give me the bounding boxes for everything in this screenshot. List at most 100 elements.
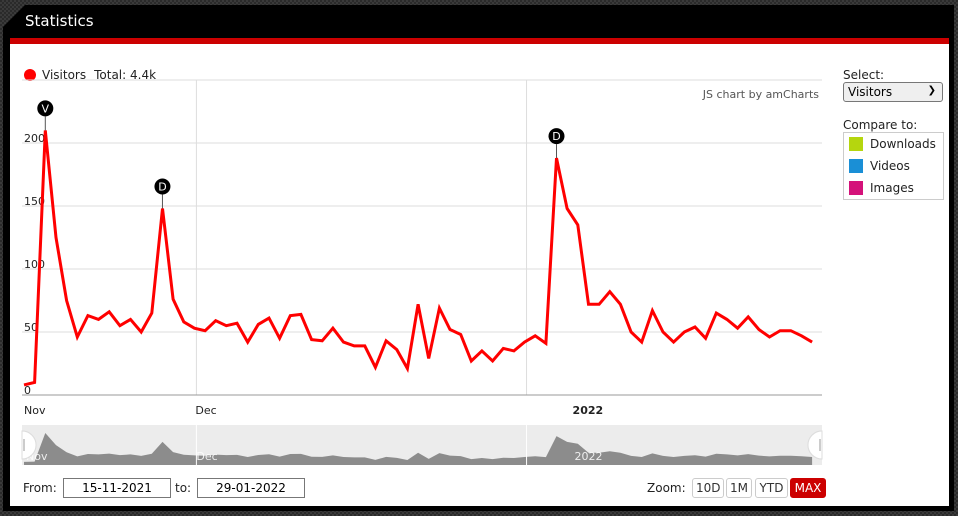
- data-point[interactable]: [596, 301, 602, 307]
- navigator-label: 2022: [575, 450, 603, 463]
- compare-item-label: Videos: [870, 159, 910, 173]
- navigator-right-mask: [822, 423, 840, 467]
- data-point[interactable]: [607, 289, 613, 295]
- data-point[interactable]: [426, 355, 432, 361]
- data-point[interactable]: [191, 325, 197, 331]
- y-tick-label: 200: [24, 132, 45, 145]
- data-point[interactable]: [500, 345, 506, 351]
- to-label: to:: [175, 481, 192, 495]
- data-point[interactable]: [138, 329, 144, 335]
- data-point[interactable]: [468, 358, 474, 364]
- data-point[interactable]: [585, 301, 591, 307]
- statistics-panel: Statistics Visitors Total: 4.4k 0 50 100 15…: [3, 5, 954, 511]
- navigator-left-mask: [10, 423, 22, 467]
- data-point[interactable]: [447, 326, 453, 332]
- data-point[interactable]: [436, 305, 442, 311]
- data-point[interactable]: [202, 328, 208, 334]
- data-point[interactable]: [575, 222, 581, 228]
- data-point[interactable]: [543, 340, 549, 346]
- data-point[interactable]: [245, 339, 251, 345]
- zoom-10d-button[interactable]: 10D: [692, 478, 724, 498]
- data-point[interactable]: [21, 382, 27, 388]
- y-tick-label: 100: [24, 258, 45, 271]
- data-point[interactable]: [660, 329, 666, 335]
- data-point[interactable]: [298, 311, 304, 317]
- data-point[interactable]: [628, 329, 634, 335]
- x-tick-label: 2022: [573, 404, 604, 417]
- data-point[interactable]: [330, 325, 336, 331]
- data-point[interactable]: [319, 338, 325, 344]
- zoom-max-button[interactable]: MAX: [790, 478, 826, 498]
- data-point[interactable]: [532, 333, 538, 339]
- zoom-1m-button[interactable]: 1M: [726, 478, 752, 498]
- data-point[interactable]: [181, 319, 187, 325]
- data-point[interactable]: [223, 323, 229, 329]
- data-point[interactable]: [564, 206, 570, 212]
- data-point[interactable]: [756, 326, 762, 332]
- compare-item-videos[interactable]: Videos: [849, 159, 910, 173]
- data-point[interactable]: [639, 339, 645, 345]
- data-point[interactable]: [692, 324, 698, 330]
- data-point[interactable]: [277, 335, 283, 341]
- data-point[interactable]: [341, 339, 347, 345]
- data-point[interactable]: [372, 364, 378, 370]
- event-marker-letter: D: [552, 130, 560, 143]
- data-point[interactable]: [255, 321, 261, 327]
- data-point[interactable]: [234, 320, 240, 326]
- data-point[interactable]: [149, 310, 155, 316]
- data-point[interactable]: [522, 339, 528, 345]
- data-point[interactable]: [458, 332, 464, 338]
- data-point[interactable]: [404, 366, 410, 372]
- data-point[interactable]: [415, 301, 421, 307]
- data-point[interactable]: [383, 338, 389, 344]
- data-point[interactable]: [681, 329, 687, 335]
- data-point[interactable]: [213, 318, 219, 324]
- compare-item-downloads[interactable]: Downloads: [849, 137, 936, 151]
- data-point[interactable]: [362, 343, 368, 349]
- data-point[interactable]: [106, 309, 112, 315]
- data-point[interactable]: [128, 316, 134, 322]
- data-point[interactable]: [479, 348, 485, 354]
- data-point[interactable]: [767, 334, 773, 340]
- data-point[interactable]: [64, 298, 70, 304]
- data-point[interactable]: [394, 347, 400, 353]
- data-point[interactable]: [713, 310, 719, 316]
- data-point[interactable]: [703, 335, 709, 341]
- downloads-swatch-icon: [849, 137, 863, 151]
- data-point[interactable]: [117, 323, 123, 329]
- data-point[interactable]: [735, 325, 741, 331]
- line-chart: 050100150200Nov Dec 2022JS chart by amChar…: [10, 79, 840, 467]
- data-point[interactable]: [170, 296, 176, 302]
- data-point[interactable]: [351, 343, 357, 349]
- data-point[interactable]: [85, 313, 91, 319]
- data-point[interactable]: [53, 235, 59, 241]
- amcharts-credit[interactable]: JS chart by amCharts: [702, 88, 819, 101]
- compare-item-images[interactable]: Images: [849, 181, 914, 195]
- data-point[interactable]: [309, 337, 315, 343]
- images-swatch-icon: [849, 181, 863, 195]
- from-date-input[interactable]: [63, 478, 171, 498]
- data-point[interactable]: [617, 301, 623, 307]
- navigator-label: Dec: [196, 450, 217, 463]
- data-point[interactable]: [32, 379, 38, 385]
- to-date-input[interactable]: [197, 478, 305, 498]
- data-point[interactable]: [511, 348, 517, 354]
- data-point[interactable]: [266, 315, 272, 321]
- data-point[interactable]: [287, 313, 293, 319]
- data-point[interactable]: [649, 308, 655, 314]
- visitors-series-line: [23, 130, 813, 387]
- videos-swatch-icon: [849, 159, 863, 173]
- zoom-ytd-button[interactable]: YTD: [755, 478, 788, 498]
- data-point[interactable]: [490, 358, 496, 364]
- data-point[interactable]: [671, 339, 677, 345]
- series-select[interactable]: Visitors ❯: [843, 82, 943, 102]
- data-point[interactable]: [809, 339, 815, 345]
- data-point[interactable]: [788, 328, 794, 334]
- data-point[interactable]: [745, 314, 751, 320]
- panel-title: Statistics: [25, 12, 94, 30]
- data-point[interactable]: [777, 328, 783, 334]
- data-point[interactable]: [96, 316, 102, 322]
- data-point[interactable]: [74, 334, 80, 340]
- data-point[interactable]: [724, 316, 730, 322]
- data-point[interactable]: [798, 333, 804, 339]
